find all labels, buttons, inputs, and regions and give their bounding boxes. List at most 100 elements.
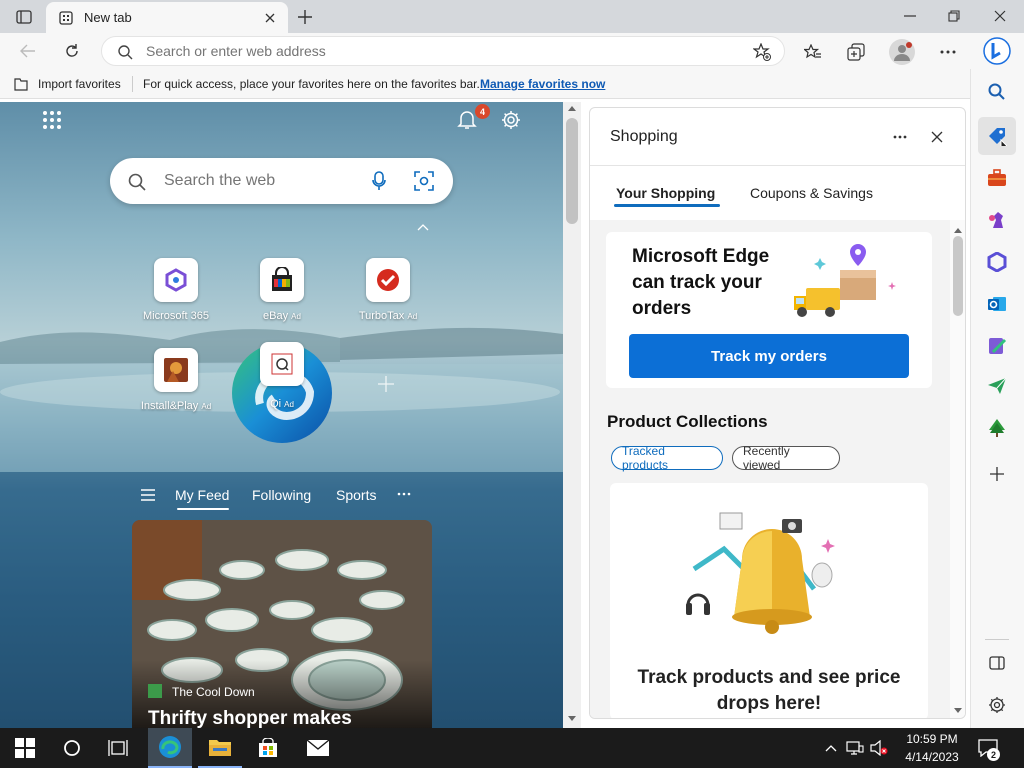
feed-tab-sports[interactable]: Sports [336,487,376,503]
clock-date[interactable]: 4/14/2023 [896,750,968,764]
tab-new-tab[interactable]: New tab [46,2,288,33]
tab-actions-icon[interactable] [8,6,40,28]
visual-search-icon[interactable] [412,170,436,192]
divider [590,165,965,166]
feed-tab-following[interactable]: Following [252,487,311,503]
feed-menu-hamburger-icon[interactable] [138,486,158,504]
import-favorites-icon [12,76,30,92]
new-tab-page-icon [58,10,74,26]
refresh-icon[interactable] [58,39,86,63]
shopping-tag-icon[interactable] [978,117,1016,155]
windows-taskbar: 10:59 PM 4/14/2023 2 [0,728,1024,768]
turbotax-check-icon [366,258,410,302]
address-input[interactable] [146,41,706,61]
tab-your-shopping[interactable]: Your Shopping [616,185,715,201]
favorites-bar: Import favorites For quick access, place… [0,69,970,99]
quick-link-microsoft-365[interactable]: Microsoft 365 [126,258,226,328]
outlook-icon[interactable] [978,285,1016,323]
start-windows-icon[interactable] [6,732,44,764]
pane-scrollbar[interactable] [950,220,965,718]
feed-tab-my-feed[interactable]: My Feed [175,487,229,503]
close-tab-icon[interactable] [260,8,280,28]
pane-more-icon[interactable] [888,126,912,148]
quick-link-ebay[interactable]: eBay Ad [232,258,332,328]
quick-link-install-play[interactable]: Install&Play Ad [126,348,226,418]
favorites-bar-message: For quick access, place your favorites h… [143,77,480,91]
notification-badge: 4 [475,104,490,119]
feed-more-icon[interactable] [394,488,414,500]
taskbar-store-button[interactable] [248,732,288,764]
edge-icon [159,736,181,758]
more-options-icon[interactable] [935,40,961,64]
add-quick-link-plus-icon[interactable] [376,374,396,394]
apps-grid-icon[interactable] [40,108,64,132]
microsoft-365-icon[interactable] [978,243,1016,281]
scroll-up-arrow-icon[interactable] [567,104,577,112]
sidebar-settings-gear-icon[interactable] [978,686,1016,724]
scrollbar-thumb[interactable] [953,236,963,316]
scroll-down-arrow-icon[interactable] [567,714,577,722]
pill-recently-viewed[interactable]: Recently viewed [732,444,840,472]
microsoft-365-icon [154,258,198,302]
quick-link-label: eBay Ad [263,310,301,322]
microphone-icon[interactable] [368,170,390,192]
price-drop-bell-illustration [686,512,835,634]
order-tracking-promo: Microsoft Edge can track your orders Tra… [606,232,932,388]
quick-link-qi[interactable]: Qi Ad [232,342,332,412]
collections-icon[interactable] [843,40,869,64]
tab-coupons-savings[interactable]: Coupons & Savings [750,185,873,201]
scroll-up-arrow-icon[interactable] [953,226,963,234]
ebay-bag-icon [260,258,304,302]
close-window-icon[interactable] [980,4,1020,28]
divider [985,639,1009,640]
add-sidebar-app-plus-icon[interactable] [978,455,1016,493]
clock-time[interactable]: 10:59 PM [900,732,964,746]
task-view-icon[interactable] [100,732,136,764]
new-tab-plus-icon[interactable] [292,5,318,29]
close-pane-icon[interactable] [926,126,948,148]
restore-icon[interactable] [934,4,974,28]
favorites-icon[interactable] [800,40,826,64]
designer-icon[interactable] [978,327,1016,365]
games-chess-icon[interactable] [978,201,1016,239]
delivery-truck-illustration [794,244,896,317]
back-arrow-icon[interactable] [14,39,42,63]
search-icon [116,43,134,61]
web-search-box[interactable] [110,158,453,204]
news-card[interactable]: The Cool Down Thrifty shopper makes [132,520,432,728]
scroll-down-arrow-icon[interactable] [953,706,963,714]
hide-sidebar-panel-icon[interactable] [978,644,1016,682]
send-paper-plane-icon[interactable] [978,367,1016,405]
volume-muted-icon[interactable] [868,738,890,758]
shopping-pane: Shopping Your Shopping Coupons & Savings… [589,107,966,719]
quick-link-turbotax[interactable]: TurboTax Ad [338,258,438,328]
page-scrollbar[interactable] [563,102,581,728]
scrollbar-thumb[interactable] [566,118,578,224]
search-icon[interactable] [978,73,1016,111]
tab-strip: New tab [0,0,1024,33]
bing-chat-icon[interactable] [979,35,1015,67]
taskbar-file-explorer-button[interactable] [198,728,242,768]
address-bar[interactable] [101,36,785,66]
import-favorites-button[interactable]: Import favorites [38,77,121,91]
minimize-icon[interactable] [890,4,930,28]
profile-avatar[interactable] [889,39,915,65]
folder-icon [209,740,231,756]
cortana-search-icon[interactable] [54,732,90,764]
taskbar-edge-button[interactable] [148,728,192,768]
tools-briefcase-icon[interactable] [978,159,1016,197]
track-my-orders-button[interactable]: Track my orders [629,334,909,378]
install-play-game-icon [154,348,198,392]
taskbar-mail-button[interactable] [298,732,338,764]
edge-sidebar [970,37,1024,728]
network-icon[interactable] [844,738,866,758]
page-settings-gear-icon[interactable] [499,108,523,132]
add-favorite-star-icon[interactable] [750,41,774,63]
pill-tracked-products[interactable]: Tracked products [611,444,723,472]
collapse-chevron-up-icon[interactable] [414,220,432,234]
tree-icon[interactable] [978,409,1016,447]
manage-favorites-link[interactable]: Manage favorites now [480,77,605,91]
web-search-input[interactable] [164,171,354,191]
show-hidden-icons-chevron-icon[interactable] [822,738,840,758]
empty-state-message: Track products and see price drops here! [637,667,901,714]
